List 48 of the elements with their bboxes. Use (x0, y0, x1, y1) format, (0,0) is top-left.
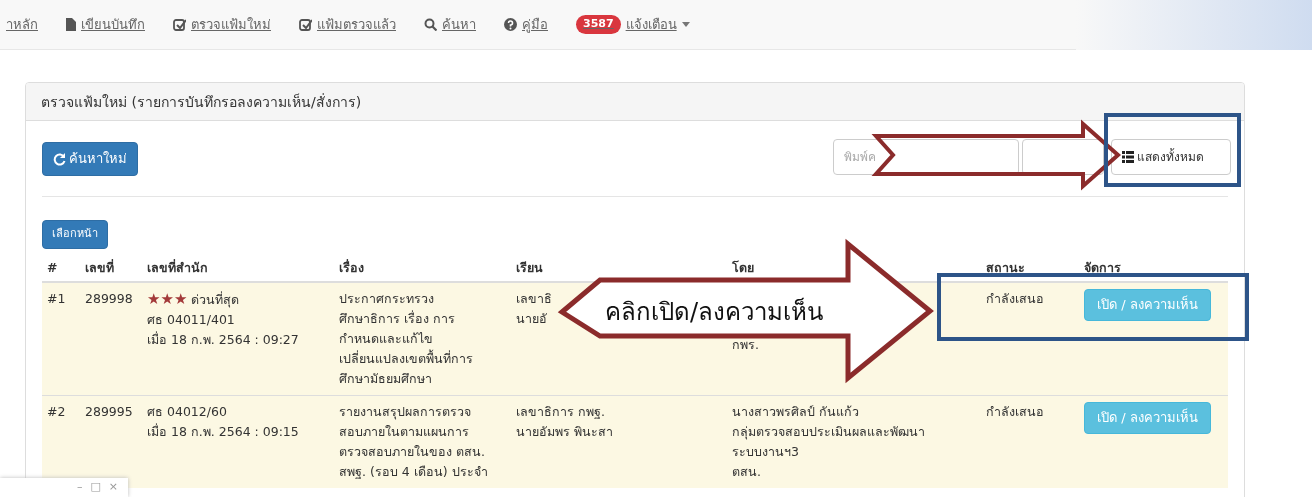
status-text: กำลังเสนอ (981, 282, 1079, 396)
star-icon: ★ (173, 290, 188, 309)
table-cell-text: กพร. (732, 336, 759, 355)
table-cell-text: รายงานสรุปผลการตรวจ สอบภายในตามแผนการ ตรวจสอบภายในของ ตสน. สพฐ. (รอบ 4 เดือน) ประจำ (339, 403, 489, 482)
table-cell-text: เลขาธิการ กพฐ. (516, 403, 605, 422)
panel-title: ตรวจแฟ้มใหม่ (รายการบันทึกรอลงความเห็น/สั่งการ) (26, 83, 1244, 121)
date-text: เมื่อ 18 ก.พ. 2564 : 09:15 (147, 422, 300, 442)
show-all-button[interactable]: แสดงทั้งหมด (1111, 139, 1231, 175)
search-field[interactable]: พิมพ์ค (832, 139, 1019, 175)
nav-link[interactable]: าหลัก (6, 14, 38, 35)
nav-link[interactable]: ค้นหา (424, 14, 476, 35)
list-icon (1122, 151, 1134, 163)
table-cell-text: นายอัมพร พินะสา (516, 423, 613, 442)
file-icon (66, 18, 76, 31)
notification-badge: 3587 (576, 15, 621, 34)
callout-text: คลิกเปิด/ลงความเห็น (605, 296, 824, 328)
search-icon (424, 18, 437, 31)
page-button[interactable]: เลือกหน้า (42, 220, 108, 249)
nav-link[interactable]: ตรวจแฟ้มใหม่ (173, 14, 271, 35)
nav-link[interactable]: แจ้งเตือน (625, 14, 677, 35)
nav-link[interactable]: คู่มือ (504, 14, 548, 35)
maximize-button[interactable]: □ (90, 479, 101, 496)
table-cell-text: ประกาศกระทรวง ศึกษาธิการ เรื่อง การ กำหนดและแก้ไข เปลี่ยนแปลงเขตพื้นที่การ ศึกษามัธยมศึกษา (339, 290, 474, 389)
checkbox-icon (173, 18, 186, 31)
table-cell-text: นายอั (516, 310, 547, 329)
star-icon: ★ (147, 290, 161, 309)
table-cell-text: ระบบงานฯ3 (732, 443, 799, 462)
reference-number: ศธ 04011/401 (147, 311, 236, 330)
nav-link[interactable]: เขียนบันทึก (66, 14, 145, 35)
nav-link[interactable]: แฟ้มตรวจแล้ว (299, 14, 396, 35)
table-cell-text: กลุ่มตรวจสอบประเมินผลและพัฒนา (732, 423, 925, 442)
table-cell-text: ตสน. (732, 463, 761, 482)
refresh-button[interactable]: ค้นหาใหม่ (42, 142, 139, 176)
reference-number: ศธ 04012/60 (147, 403, 228, 422)
filter-field[interactable] (1021, 139, 1104, 175)
table-cell-text: เลขาธิ (516, 290, 552, 309)
date-text: เมื่อ 18 ก.พ. 2564 : 09:27 (147, 330, 300, 350)
table-cell: #1 (42, 282, 80, 396)
priority-label: ด่วนที่สุด (191, 292, 240, 308)
close-button[interactable]: × (108, 479, 118, 496)
caret-icon (681, 22, 690, 27)
checkbox-icon (299, 18, 312, 31)
status-text: กำลังเสนอ (981, 395, 1079, 489)
star-icon: ★ (160, 290, 174, 309)
refresh-icon (53, 152, 66, 166)
help-icon (504, 18, 517, 31)
table-cell-text: นางสาวพรศิลป์ กันแก้ว (732, 403, 859, 422)
table-cell: 289998 (80, 282, 142, 396)
